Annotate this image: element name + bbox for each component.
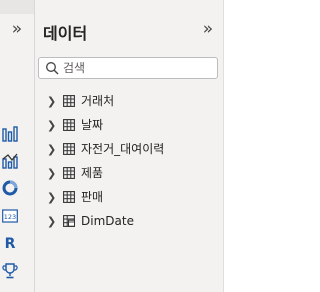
- table-item-product[interactable]: ❯ 제품: [47, 165, 217, 185]
- visualizations-pane-collapsed: » 123 R: [0, 0, 35, 292]
- donut-chart-icon[interactable]: [2, 180, 18, 196]
- table-name: 제품: [81, 166, 104, 180]
- search-icon: [46, 62, 59, 75]
- table-item-dimdate[interactable]: ❯ DimDate: [47, 213, 217, 233]
- chevron-right-icon[interactable]: ❯: [47, 120, 57, 132]
- table-name: 자전거_대여이력: [81, 142, 165, 156]
- report-canvas-edge: [223, 0, 259, 292]
- date-table-icon: [63, 215, 75, 227]
- table-name: 거래처: [81, 94, 115, 108]
- table-icon: [63, 167, 75, 179]
- table-item-date[interactable]: ❯ 날짜: [47, 117, 217, 137]
- data-pane: 데이터 » ✕ ❯ 거래처 ❯ 날짜 ❯: [35, 0, 250, 292]
- table-name: 날짜: [81, 118, 104, 132]
- column-chart-icon[interactable]: [2, 126, 18, 142]
- search-box[interactable]: [38, 57, 218, 79]
- chevron-right-icon[interactable]: ❯: [47, 192, 57, 204]
- table-item-customers[interactable]: ❯ 거래처: [47, 93, 217, 113]
- r-visual-text: R: [4, 236, 16, 252]
- table-name: 판매: [81, 190, 104, 204]
- table-item-bike-rental-history[interactable]: ❯ 자전거_대여이력: [47, 141, 217, 161]
- card-icon-text: 123: [4, 213, 16, 221]
- chevron-right-icon[interactable]: ❯: [47, 168, 57, 180]
- chevron-right-icon[interactable]: ❯: [47, 144, 57, 156]
- chevron-right-icon[interactable]: ❯: [47, 216, 57, 228]
- table-icon: [63, 143, 75, 155]
- r-visual-icon[interactable]: R: [2, 236, 18, 252]
- table-name: DimDate: [81, 214, 134, 228]
- pane-top-strip: [0, 0, 34, 14]
- chevron-right-icon[interactable]: ❯: [47, 96, 57, 108]
- table-item-sales[interactable]: ❯ 판매: [47, 189, 217, 209]
- card-icon[interactable]: 123: [2, 208, 18, 224]
- table-icon: [63, 191, 75, 203]
- expand-pane-icon[interactable]: »: [9, 20, 25, 38]
- trophy-icon[interactable]: [2, 263, 18, 279]
- table-icon: [63, 95, 75, 107]
- collapse-pane-icon[interactable]: »: [200, 20, 216, 38]
- line-and-column-chart-icon[interactable]: [2, 153, 18, 169]
- table-icon: [63, 119, 75, 131]
- search-input[interactable]: [63, 59, 213, 77]
- pane-title: 데이터: [43, 24, 88, 43]
